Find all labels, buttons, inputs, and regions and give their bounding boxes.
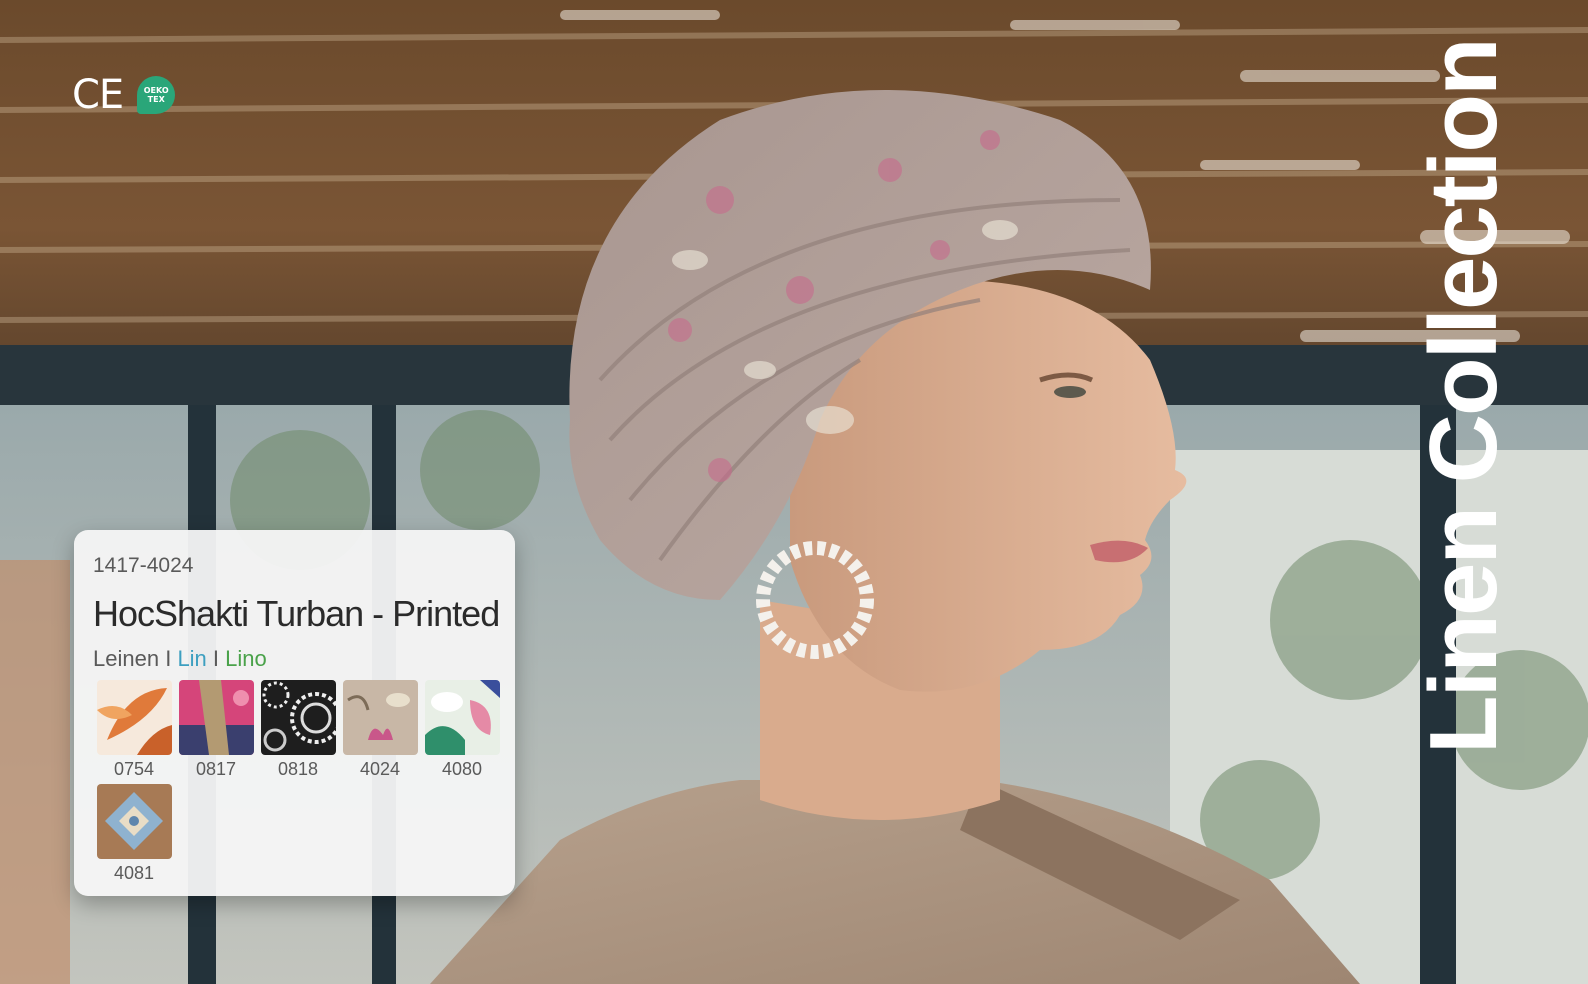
color-swatch-grid: 0754 0817 0818 4024 4080 4081 [93,680,513,888]
swatch-4081[interactable]: 4081 [93,784,175,888]
material-italian: Lino [225,646,267,671]
tex-label: TEX [147,95,165,104]
product-card: 1417-4024 HocShakti Turban - Printed Lei… [74,530,515,896]
blue-tile-swatch-icon [96,784,172,859]
oeko-tex-badge-icon: OEKO TEX [137,76,176,114]
beige-floral-swatch-icon [342,680,418,755]
swatch-4024[interactable]: 4024 [339,680,421,784]
swatch-code: 0817 [195,759,237,779]
green-pink-floral-swatch-icon [424,680,500,755]
article-number: 1417-4024 [93,554,194,577]
oeko-label: OEKO [143,86,169,95]
certification-marks: CE OEKO TEX [72,72,176,118]
material-line: Leinen I Lin I Lino [93,644,497,674]
catalog-page: CE OEKO TEX Linen Collection 1417-4024 H… [0,0,1588,984]
swatch-code: 0818 [277,759,319,779]
swatch-0817[interactable]: 0817 [175,680,257,784]
material-separator: I [212,646,226,671]
pink-bark-swatch-icon [178,680,254,755]
swatch-code: 4024 [359,759,401,779]
swatch-4080[interactable]: 4080 [421,680,503,784]
material-german: Leinen [93,646,160,671]
material-french: Lin [177,646,207,671]
orange-leaf-swatch-icon [96,680,172,755]
swatch-0754[interactable]: 0754 [93,680,175,784]
swatch-code: 0754 [113,759,155,779]
swatch-code: 4080 [441,759,483,779]
ce-mark-icon: CE [72,72,124,118]
mandala-swatch-icon [260,680,336,755]
material-separator: I [165,646,178,671]
collection-title: Linen Collection [1410,39,1517,754]
product-name: HocShakti Turban - Printed [93,593,500,634]
swatch-code: 4081 [113,863,155,883]
swatch-0818[interactable]: 0818 [257,680,339,784]
